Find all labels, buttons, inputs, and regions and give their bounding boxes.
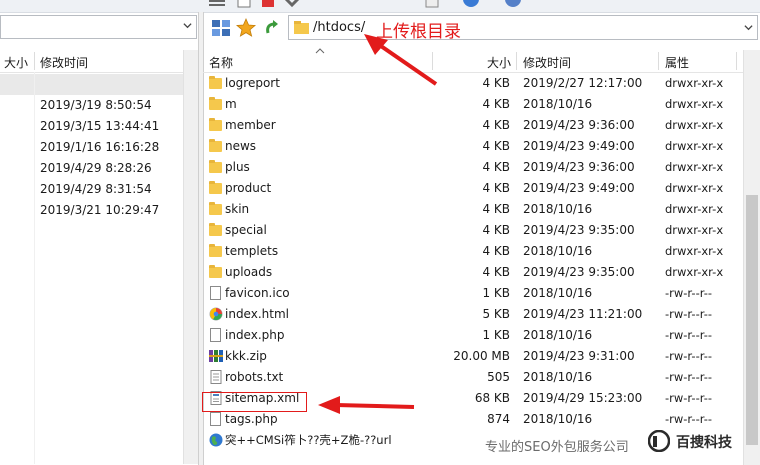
brand-name: 百捜科技 <box>676 435 732 451</box>
brand-logo-icon <box>647 429 671 453</box>
watermark-text: 专业的SEO外包服务公司 <box>485 440 629 455</box>
arrow-to-sitemap <box>318 396 415 414</box>
arrow-to-path <box>364 34 438 86</box>
annotation-arrows <box>318 34 438 414</box>
